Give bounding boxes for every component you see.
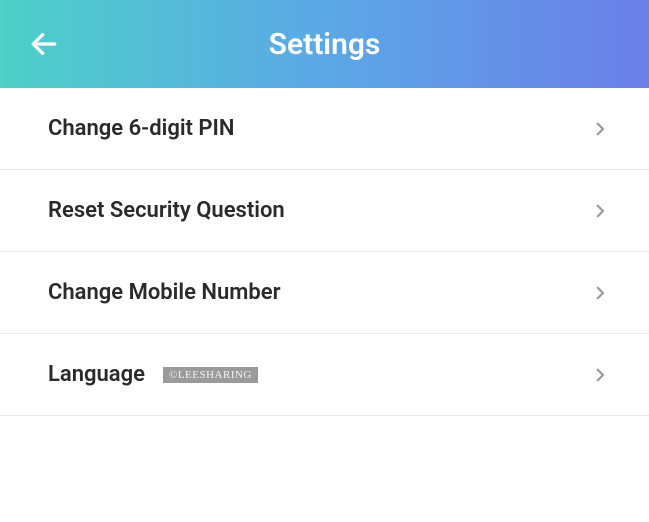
- header: Settings: [0, 0, 649, 88]
- settings-item-language[interactable]: Language ©LEESHARING: [0, 334, 649, 416]
- chevron-right-icon: [591, 284, 609, 302]
- settings-item-reset-security-question[interactable]: Reset Security Question: [0, 170, 649, 252]
- settings-item-label: Change 6-digit PIN: [48, 116, 234, 141]
- settings-item-label: Language: [48, 362, 145, 387]
- watermark-badge: ©LEESHARING: [163, 367, 258, 383]
- chevron-right-icon: [591, 120, 609, 138]
- settings-list: Change 6-digit PIN Reset Security Questi…: [0, 88, 649, 416]
- chevron-right-icon: [591, 202, 609, 220]
- settings-item-change-mobile-number[interactable]: Change Mobile Number: [0, 252, 649, 334]
- arrow-left-icon: [28, 28, 60, 60]
- settings-item-label: Change Mobile Number: [48, 280, 280, 305]
- settings-item-label: Reset Security Question: [48, 198, 285, 223]
- chevron-right-icon: [591, 366, 609, 384]
- back-button[interactable]: [28, 28, 60, 60]
- settings-item-change-pin[interactable]: Change 6-digit PIN: [0, 88, 649, 170]
- page-title: Settings: [0, 27, 649, 62]
